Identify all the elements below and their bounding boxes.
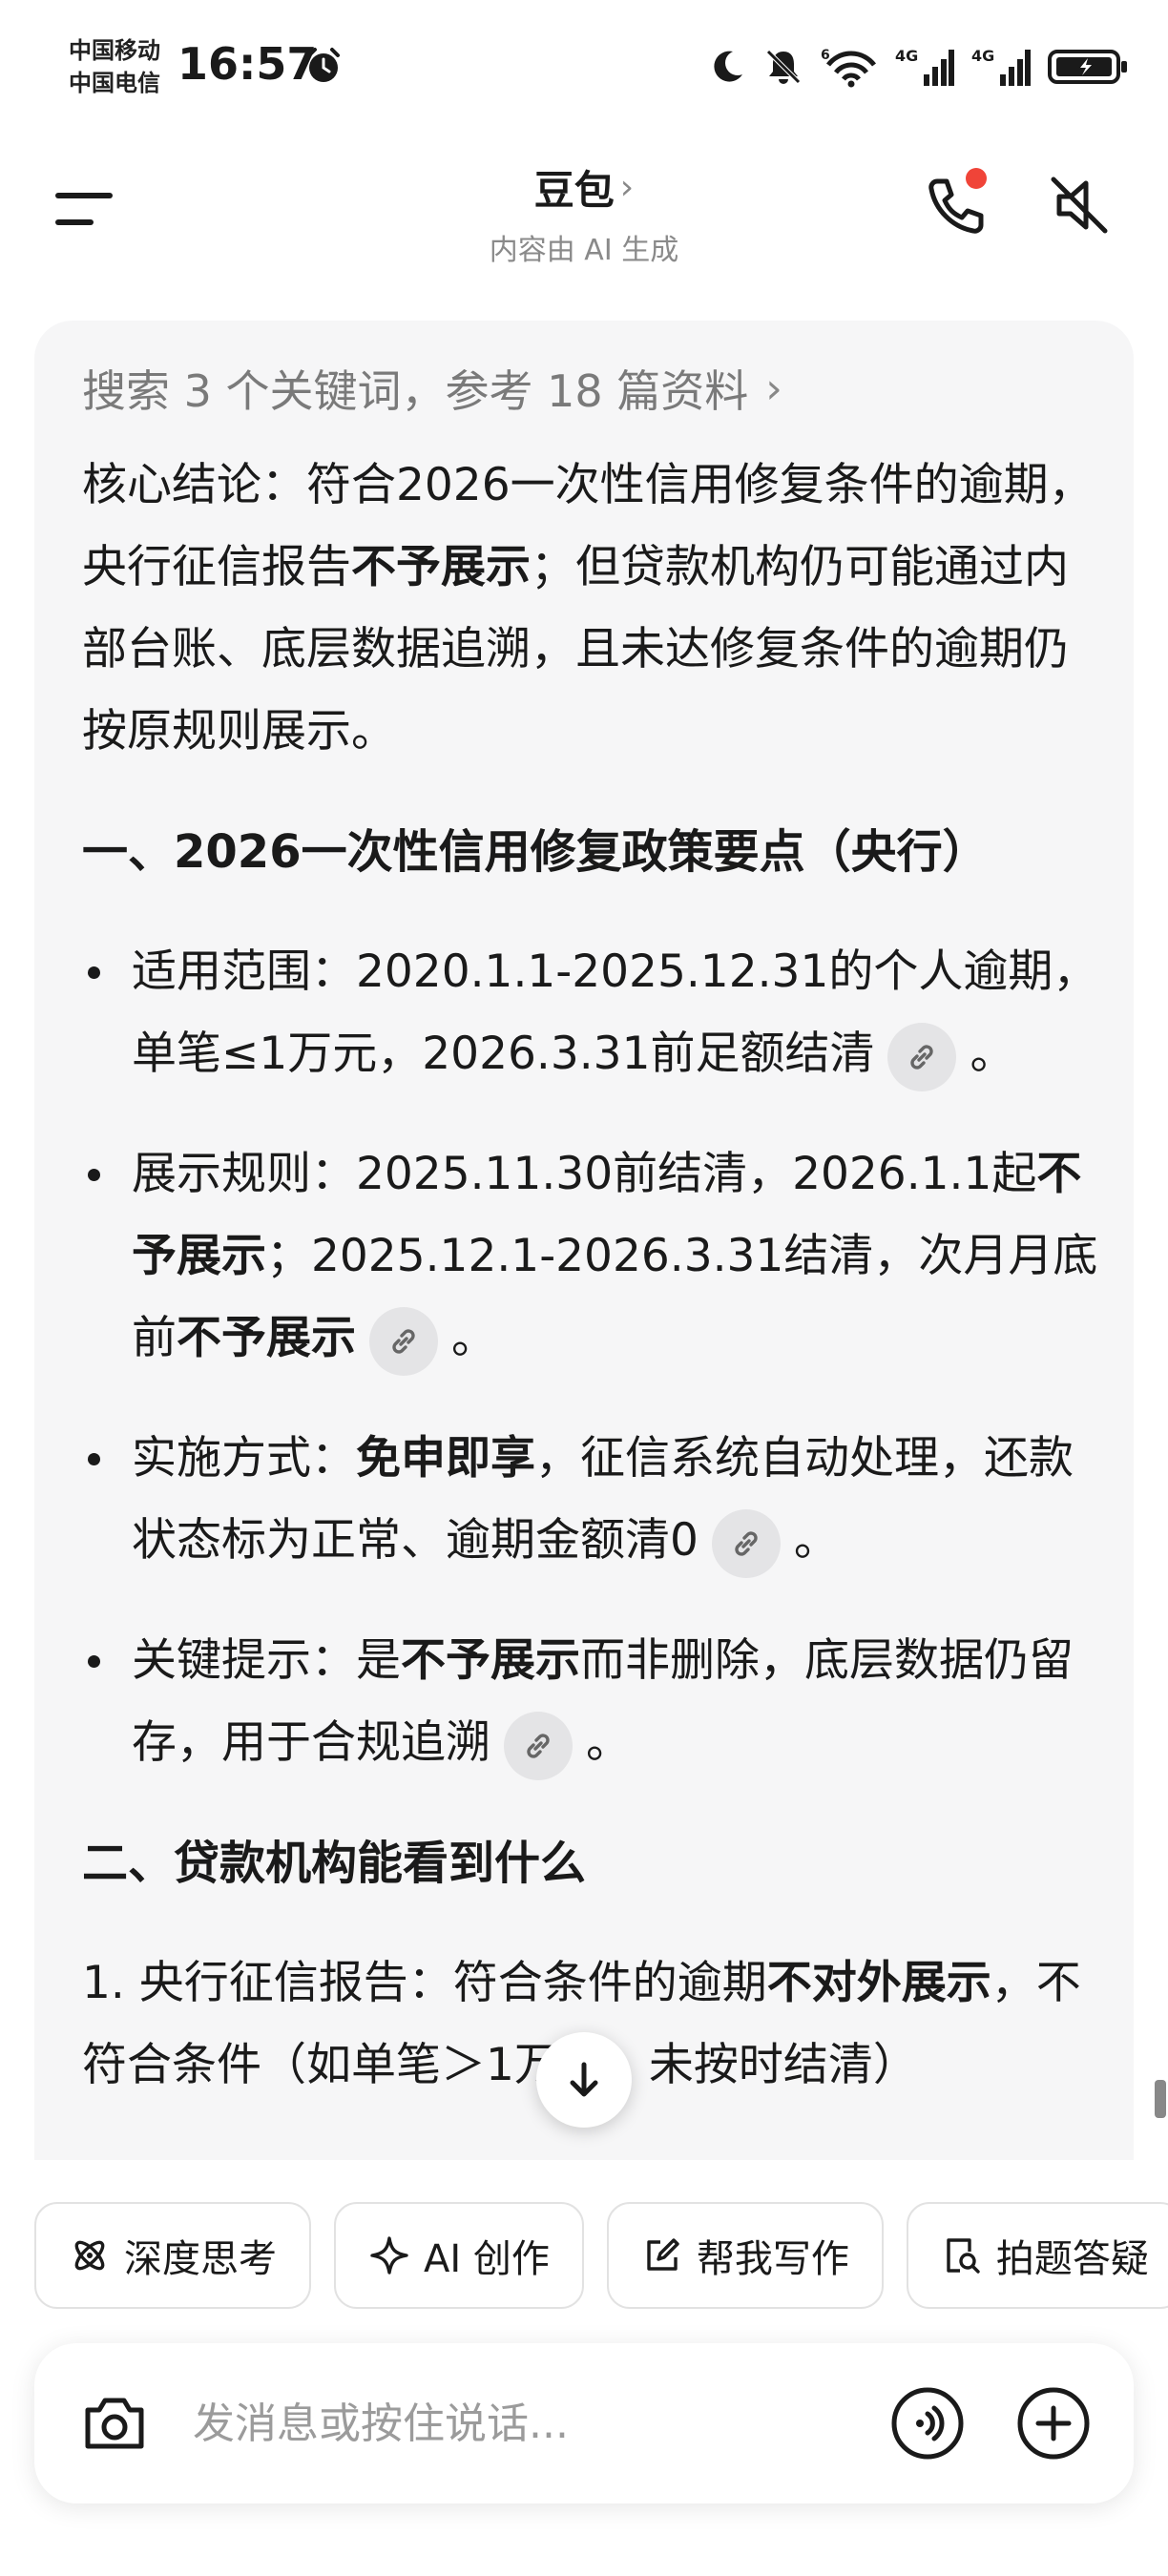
bullet-end: 。 bbox=[451, 1312, 496, 1364]
bullet-end: 。 bbox=[586, 1716, 631, 1769]
numbered-text: 1. 央行征信报告：符合条件的逾期 bbox=[82, 1957, 767, 2009]
battery-icon bbox=[1048, 50, 1127, 84]
alarm-icon bbox=[307, 48, 340, 82]
camera-icon[interactable] bbox=[78, 2387, 151, 2460]
chip-label: 帮我写作 bbox=[696, 2237, 849, 2281]
composer bbox=[34, 2343, 1134, 2503]
answer-content: 核心结论：符合2026一次性信用修复条件的逾期，央行征信报告不予展示；但贷款机构… bbox=[82, 445, 1103, 2107]
quick-actions: 深度思考 AI 创作 帮我写作 拍题答疑 bbox=[34, 2202, 1168, 2309]
signal-2-icon: 4G bbox=[971, 47, 1031, 86]
voice-call-icon[interactable] bbox=[889, 2385, 966, 2462]
wifi-icon: 6 bbox=[821, 48, 876, 88]
deep-think-button[interactable]: 深度思考 bbox=[34, 2202, 311, 2309]
search-doc-icon bbox=[947, 2238, 980, 2274]
carrier-info: 中国移动 中国电信 bbox=[69, 34, 160, 99]
list-item: 实施方式：免申即享，征信系统自动处理，还款状态标为正常、逾期金额清0。 bbox=[82, 1418, 1103, 1582]
notification-dot bbox=[966, 168, 987, 189]
bullet-bold: 免申即享 bbox=[356, 1432, 535, 1485]
ai-disclaimer: 内容由 AI 生成 bbox=[489, 234, 679, 267]
arrow-down-icon bbox=[570, 2062, 598, 2097]
conclusion-bold: 不予展示 bbox=[351, 541, 531, 593]
bullet-text: 实施方式： bbox=[132, 1432, 356, 1485]
chip-label: AI 创作 bbox=[424, 2237, 550, 2281]
answer-card: 搜索 3 个关键词，参考 18 篇资料 › 核心结论：符合2026一次性信用修复… bbox=[34, 321, 1134, 2181]
sparkle-icon bbox=[370, 2236, 408, 2275]
link-icon[interactable] bbox=[369, 1306, 438, 1376]
chip-label: 深度思考 bbox=[124, 2237, 277, 2281]
link-icon[interactable] bbox=[504, 1711, 573, 1780]
message-input[interactable] bbox=[193, 2381, 861, 2465]
bot-name-text: 豆包 bbox=[533, 167, 615, 214]
conclusion-paragraph: 核心结论：符合2026一次性信用修复条件的逾期，央行征信报告不予展示；但贷款机构… bbox=[82, 445, 1103, 773]
bullet-end: 。 bbox=[970, 1028, 1015, 1080]
svg-text:4G: 4G bbox=[971, 47, 994, 65]
svg-text:6: 6 bbox=[821, 48, 830, 63]
bot-name: 豆包 › bbox=[534, 158, 634, 217]
bullet-text: 展示规则：2025.11.30前结清，2026.1.1起 bbox=[132, 1148, 1037, 1200]
chat-screen: 中国移动 中国电信 16:57 6 4G 4G 豆包 › 内容由 AI 生成 搜… bbox=[0, 0, 1168, 2576]
carrier-1: 中国移动 bbox=[69, 37, 160, 64]
help-write-button[interactable]: 帮我写作 bbox=[606, 2202, 884, 2309]
bullet-bold-2: 不予展示 bbox=[177, 1312, 356, 1364]
bullet-text: 关键提示：是 bbox=[132, 1634, 401, 1687]
chat-title-area[interactable]: 豆包 › 内容由 AI 生成 bbox=[0, 158, 1168, 268]
search-summary-text: 搜索 3 个关键词，参考 18 篇资料 bbox=[82, 365, 749, 417]
section-heading-2: 二、贷款机构能看到什么 bbox=[82, 1837, 587, 1890]
status-icons: 6 4G 4G bbox=[708, 42, 1130, 92]
svg-text:4G: 4G bbox=[895, 47, 918, 65]
atom-icon bbox=[74, 2240, 105, 2271]
ai-create-button[interactable]: AI 创作 bbox=[334, 2202, 584, 2309]
carrier-2: 中国电信 bbox=[69, 70, 160, 96]
list-item: 适用范围：2020.1.1-2025.12.31的个人逾期，单笔≤1万元，202… bbox=[82, 931, 1103, 1095]
edit-icon bbox=[647, 2238, 679, 2271]
chevron-right-icon: › bbox=[619, 168, 635, 207]
numbered-bold: 不对外展示 bbox=[766, 1957, 991, 2009]
bullet-end: 。 bbox=[793, 1514, 839, 1567]
bullet-bold: 不予展示 bbox=[401, 1634, 580, 1687]
link-icon[interactable] bbox=[887, 1022, 957, 1091]
speaker-mute-icon[interactable] bbox=[1046, 172, 1113, 239]
bottom-panel: 深度思考 AI 创作 帮我写作 拍题答疑 发消息或按住说话... bbox=[0, 2160, 1168, 2576]
list-item: 关键提示：是不予展示而非删除，底层数据仍留存，用于合规追溯。 bbox=[82, 1620, 1103, 1784]
section-heading-1: 一、2026一次性信用修复政策要点（央行） bbox=[82, 825, 989, 879]
search-references[interactable]: 搜索 3 个关键词，参考 18 篇资料 › bbox=[82, 357, 782, 420]
link-icon[interactable] bbox=[711, 1508, 781, 1578]
moon-icon bbox=[714, 51, 742, 82]
status-bar: 中国移动 中国电信 16:57 6 4G 4G bbox=[0, 0, 1168, 134]
scroll-to-bottom-button[interactable] bbox=[536, 2032, 632, 2128]
scrollbar-thumb[interactable] bbox=[1155, 2080, 1166, 2118]
plus-icon[interactable] bbox=[1015, 2385, 1092, 2462]
bell-off-icon bbox=[766, 50, 801, 84]
clock: 16:57 bbox=[177, 38, 318, 90]
photo-question-button[interactable]: 拍题答疑 bbox=[906, 2202, 1168, 2309]
top-nav: 豆包 › 内容由 AI 生成 bbox=[0, 143, 1168, 267]
chevron-right-icon: › bbox=[765, 364, 782, 413]
chip-label: 拍题答疑 bbox=[995, 2237, 1149, 2281]
signal-1-icon: 4G bbox=[895, 47, 954, 86]
list-item: 展示规则：2025.11.30前结清，2026.1.1起不予展示；2025.12… bbox=[82, 1133, 1103, 1380]
